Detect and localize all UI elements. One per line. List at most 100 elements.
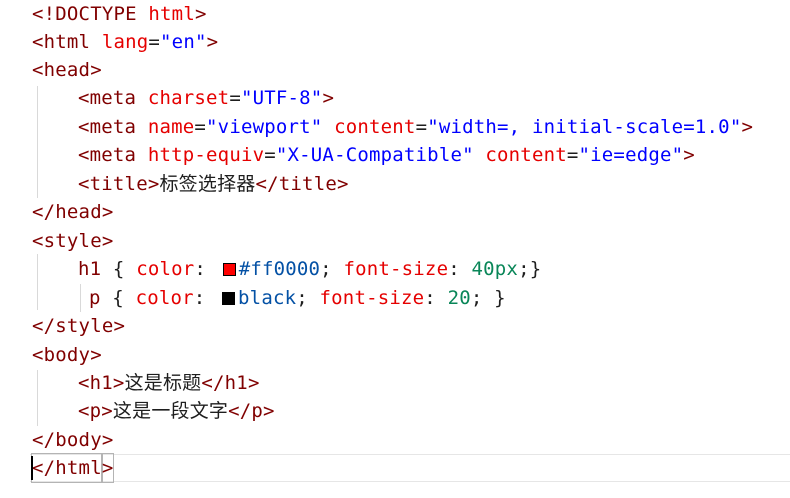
code-line-4[interactable]: <meta charset="UTF-8"> (78, 84, 334, 112)
code-line-15[interactable]: <p>这是一段文字</p> (78, 397, 275, 425)
token: <body (32, 344, 91, 366)
indent-guide (37, 254, 38, 310)
code-line-11[interactable]: p { color: black; font-size: 20; } (89, 284, 506, 312)
token: 标签选择器 (159, 173, 256, 195)
token: charset (147, 87, 230, 109)
token: "viewport" (206, 116, 323, 138)
token: <html (32, 31, 91, 53)
token: "width=, initial-scale=1.0" (427, 116, 742, 138)
token: </p (228, 400, 264, 422)
token: color (136, 258, 195, 280)
token: = (264, 144, 276, 166)
token: > (247, 372, 260, 394)
token: </h1 (201, 372, 248, 394)
token: > (194, 3, 207, 25)
token: <meta (78, 144, 137, 166)
token: black (238, 287, 297, 309)
token: http-equiv (147, 144, 265, 166)
color-swatch[interactable] (222, 292, 236, 305)
token: font-size (319, 287, 425, 309)
token: h1 (78, 258, 102, 280)
code-line-7[interactable]: <title>标签选择器</title> (78, 170, 349, 198)
token: = (415, 116, 428, 138)
token: </head (32, 201, 102, 223)
token: 20 (447, 287, 471, 309)
token: > (113, 315, 126, 337)
token: : (424, 287, 436, 309)
token: "X-UA-Compatible" (275, 144, 474, 166)
code-line-9[interactable]: <style> (32, 227, 113, 255)
code-line-2[interactable]: <html lang="en"> (32, 28, 218, 56)
token: content (485, 144, 567, 166)
token: ;} (518, 258, 542, 280)
token: color (135, 287, 194, 309)
token: <title (78, 173, 148, 195)
token: content (334, 116, 416, 138)
code-line-17[interactable]: </html> (31, 453, 115, 483)
code-line-14[interactable]: <h1>这是标题</h1> (78, 369, 260, 397)
code-line-3[interactable]: <head> (32, 56, 102, 84)
token: ; (470, 287, 483, 309)
token: > (101, 230, 114, 252)
code-line-13[interactable]: <body> (32, 341, 102, 369)
token: } (494, 287, 506, 309)
token: #ff0000 (238, 258, 321, 280)
token: > (101, 400, 113, 422)
text-cursor (31, 456, 33, 480)
token: lang (101, 31, 149, 53)
indent-guide (37, 86, 38, 198)
token: { (112, 287, 124, 309)
token: 这是标题 (124, 372, 202, 394)
token: : (448, 258, 460, 280)
token: </html (31, 453, 103, 483)
token: > (101, 429, 114, 451)
token: <p (78, 400, 102, 422)
token: > (147, 173, 160, 195)
token: ; (320, 258, 332, 280)
token: > (741, 116, 754, 138)
token: : (194, 258, 207, 280)
indent-guide (80, 284, 81, 312)
code-editor[interactable]: <!DOCTYPE html> <html lang="en"> <head> … (0, 0, 790, 498)
token: > (683, 144, 695, 166)
token: > (90, 59, 102, 81)
token: </body (32, 429, 102, 451)
token: <meta (78, 116, 137, 138)
token: "en" (160, 31, 207, 53)
color-swatch[interactable] (222, 263, 236, 276)
token: <!DOCTYPE (32, 3, 137, 25)
code-line-10[interactable]: h1 { color: #ff0000; font-size: 40px;} (78, 255, 541, 283)
token: = (566, 144, 579, 166)
token: > (90, 344, 102, 366)
token: p (89, 287, 101, 309)
code-line-6[interactable]: <meta http-equiv="X-UA-Compatible" conte… (78, 141, 695, 169)
token: > (263, 400, 275, 422)
token: <meta (78, 87, 137, 109)
token: : (193, 287, 206, 309)
token: "ie=edge" (578, 144, 684, 166)
token: </title (255, 173, 337, 195)
current-line-highlight (30, 454, 790, 482)
code-line-12[interactable]: </style> (32, 312, 125, 340)
code-line-16[interactable]: </body> (32, 426, 113, 454)
code-line-8[interactable]: </head> (32, 198, 113, 226)
token: > (100, 453, 115, 483)
token: name (147, 116, 195, 138)
token: 40px (471, 258, 519, 280)
token: > (322, 87, 335, 109)
code-line-5[interactable]: <meta name="viewport" content="width=, i… (78, 113, 753, 141)
token: > (101, 201, 114, 223)
code-line-1[interactable]: <!DOCTYPE html> (32, 0, 207, 28)
token: = (194, 116, 207, 138)
token: "UTF-8" (240, 87, 323, 109)
token: > (112, 372, 125, 394)
token: ; (296, 287, 308, 309)
token: = (148, 31, 161, 53)
token: 这是一段文字 (112, 400, 229, 422)
token: <head (32, 59, 91, 81)
token: { (112, 258, 125, 280)
token: </style (32, 315, 114, 337)
token: <h1 (78, 372, 113, 394)
token: <style (32, 230, 102, 252)
token: font-size (343, 258, 449, 280)
